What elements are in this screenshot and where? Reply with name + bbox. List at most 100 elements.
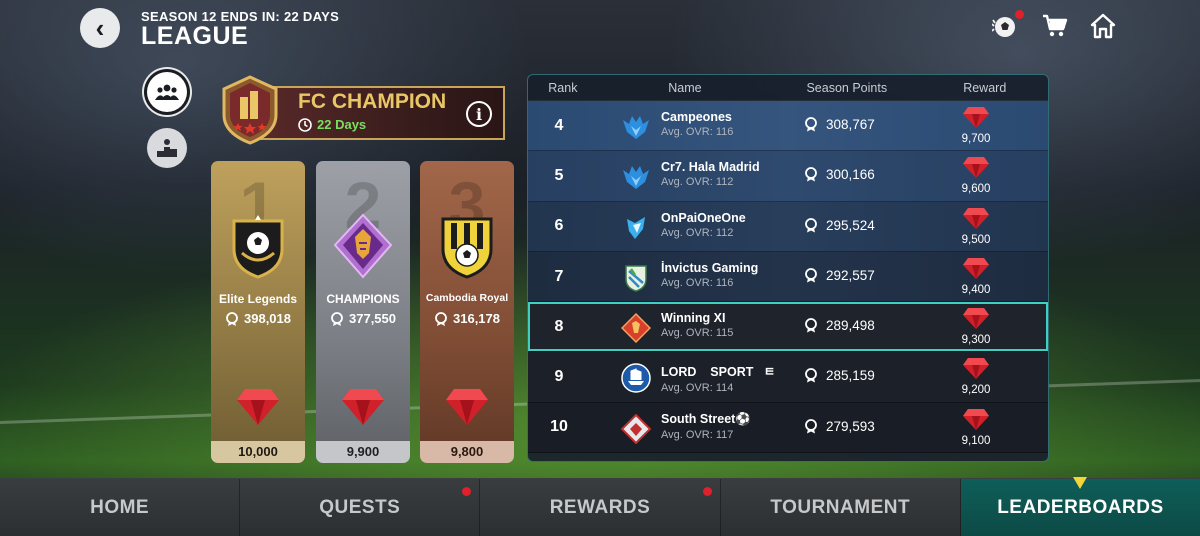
team-avg-ovr: Avg. OVR: 115 (661, 327, 734, 340)
medal-icon (331, 311, 343, 326)
table-row[interactable]: 8 Winning XI Avg. OVR: 115 289,498 9,300 (528, 302, 1048, 353)
gem-icon (963, 358, 989, 380)
medal-icon (805, 217, 817, 233)
podium-points: 316,178 (420, 311, 514, 326)
row-rank: 4 (554, 116, 564, 134)
podium-reward: 9,900 (316, 441, 410, 463)
team-avg-ovr: Avg. OVR: 117 (661, 428, 734, 441)
table-row[interactable]: 7 İnvictus Gaming Avg. OVR: 116 292,557 9,40… (528, 251, 1048, 303)
podium-card-second[interactable]: 2 CHAMPIONS 377,550 9,900 (316, 161, 410, 463)
table-row[interactable]: 9 LORD SPORT ㅌ Avg. OVR: 114 285,159 9,200 (528, 352, 1048, 403)
podium-points: 398,018 (211, 311, 305, 326)
podium-card-first[interactable]: 1 Elite Legends 398,018 10,000 (211, 161, 305, 463)
tab-tournament[interactable]: TOURNAMENT (721, 479, 961, 536)
row-points-value: 285,159 (826, 368, 875, 384)
row-points: 279,593 (804, 419, 875, 434)
bottom-nav: HOME QUESTS REWARDS TOURNAMENT LEADERBOA… (0, 477, 1200, 536)
table-row[interactable]: 4 Campeones Avg. OVR: 116 308,767 9,700 (528, 101, 1048, 152)
team-avg-ovr: Avg. OVR: 112 (661, 176, 734, 189)
table-row[interactable]: 10 South Street⚽ Avg. OVR: 117 279,593 9,100 (528, 402, 1048, 454)
page-title: LEAGUE (141, 22, 249, 50)
row-points-value: 295,524 (826, 217, 875, 233)
team-crest-icon (621, 213, 651, 243)
home-icon (1090, 13, 1116, 39)
row-points: 295,524 (804, 218, 875, 233)
gem-icon (963, 257, 989, 279)
header-reward: Reward (963, 80, 1007, 95)
notification-dot (462, 487, 472, 496)
champions-crest-icon (333, 213, 393, 279)
info-button[interactable]: i (466, 101, 492, 127)
leaderboard-table: Rank Name Season Points Reward 4 Campeone… (527, 74, 1049, 462)
team-crest-icon (621, 263, 651, 293)
champion-badge-icon (222, 75, 278, 145)
medal-icon (805, 318, 817, 333)
podium-team-name: Cambodia Royal (425, 292, 509, 304)
team-crest-icon (621, 112, 651, 142)
league-teams-button[interactable] (147, 72, 187, 112)
team-crest-icon (621, 363, 651, 394)
row-rank: 6 (554, 217, 564, 235)
medal-icon (226, 311, 238, 326)
team-info: LORD SPORT ㅌ Avg. OVR: 114 (661, 361, 775, 394)
tab-label: HOME (90, 496, 150, 518)
medal-icon (805, 368, 817, 383)
row-points: 300,166 (804, 167, 875, 182)
podium-team-name: Elite Legends (218, 292, 298, 306)
podium-points-value: 377,550 (349, 311, 396, 326)
tab-home[interactable]: HOME (0, 479, 241, 536)
row-reward: 9,200 (961, 384, 991, 397)
medal-icon (435, 311, 447, 326)
table-row[interactable]: 5 Cr7. Hala Madrid Avg. OVR: 112 300,166 9,6… (528, 151, 1048, 202)
gem-icon (446, 389, 488, 425)
podium-points-value: 316,178 (453, 311, 500, 326)
notification-dot (1015, 10, 1024, 19)
table-body: 4 Campeones Avg. OVR: 116 308,767 9,700 5 Cr7.… (528, 101, 1048, 454)
champion-days: 22 Days (317, 117, 367, 132)
medal-icon (805, 418, 817, 434)
row-rank: 10 (550, 418, 568, 436)
team-avg-ovr: Avg. OVR: 116 (661, 276, 734, 289)
row-points-value: 292,557 (826, 267, 875, 283)
tab-leaderboards[interactable]: LEADERBOARDS (960, 477, 1200, 536)
home-button[interactable] (1088, 12, 1118, 40)
tab-label: REWARDS (549, 496, 651, 518)
team-name: South Street⚽ (661, 411, 751, 426)
chevron-left-icon: ‹ (95, 12, 105, 43)
row-points-value: 289,498 (826, 318, 875, 334)
tab-label: TOURNAMENT (770, 496, 911, 518)
champion-countdown: 22 Days (298, 117, 366, 132)
row-reward: 9,300 (961, 334, 991, 347)
tab-label: LEADERBOARDS (997, 496, 1164, 518)
team-name: İnvictus Gaming (661, 260, 759, 275)
tab-quests[interactable]: QUESTS (240, 479, 481, 536)
row-points: 285,159 (804, 368, 875, 383)
row-reward: 9,500 (961, 233, 991, 246)
back-button[interactable]: ‹ (80, 8, 120, 48)
team-name: Cr7. Hala Madrid (661, 160, 760, 175)
cart-icon (1043, 14, 1068, 37)
table-row[interactable]: 6 OnPaiOneOne Avg. OVR: 112 295,524 9,500 (528, 201, 1048, 252)
podium-card-third[interactable]: 3 Cambodia Royal 316,178 9,800 (420, 161, 514, 463)
team-crest-icon (620, 413, 652, 445)
tab-rewards[interactable]: REWARDS (480, 479, 721, 536)
row-points-value: 279,593 (826, 418, 875, 434)
team-name: Winning XI (661, 311, 726, 326)
cambodia-royal-crest-icon (441, 217, 493, 279)
gem-icon (237, 389, 279, 425)
ball-notification-button[interactable] (992, 10, 1024, 40)
medal-icon (805, 117, 817, 132)
team-crest-icon (620, 313, 652, 344)
team-avg-ovr: Avg. OVR: 114 (661, 382, 734, 395)
podium-points: 377,550 (316, 311, 410, 326)
podium-team-name: CHAMPIONS (326, 292, 400, 306)
row-rank: 8 (554, 317, 564, 335)
table-header: Rank Name Season Points Reward (528, 75, 1048, 101)
gem-icon (963, 157, 989, 179)
row-reward: 9,600 (961, 183, 991, 196)
team-crest-icon (621, 162, 651, 192)
podium-view-button[interactable] (147, 128, 187, 168)
gem-icon (963, 308, 989, 330)
tab-label: QUESTS (319, 496, 401, 518)
cart-button[interactable] (1040, 12, 1070, 40)
